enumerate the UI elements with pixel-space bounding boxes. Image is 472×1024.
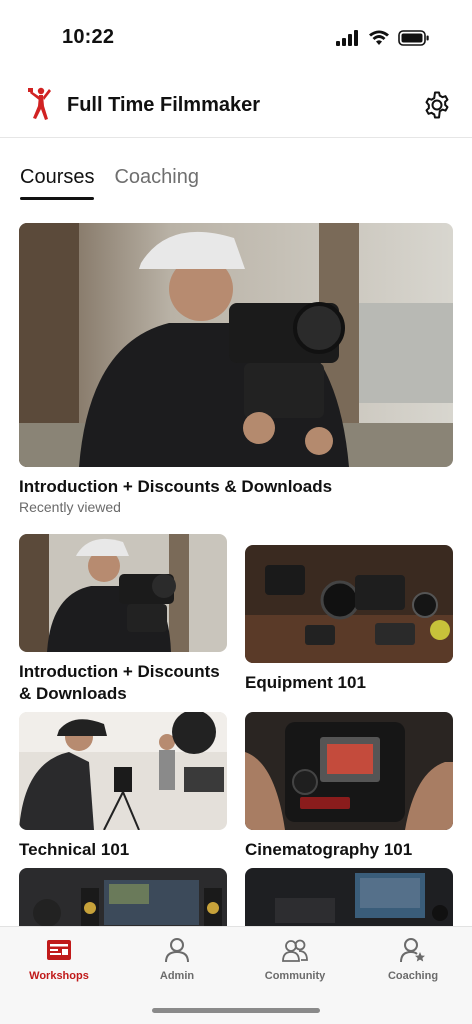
status-bar: 10:22	[0, 0, 472, 72]
course-card-equipment-title[interactable]: Equipment 101	[245, 672, 461, 694]
course-card-cinematography-title[interactable]: Cinematography 101	[245, 839, 461, 861]
hero-thumbnail[interactable]	[19, 223, 453, 467]
nav-item-coaching[interactable]: Coaching	[354, 927, 472, 997]
course-card-introduction-title[interactable]: Introduction + Discounts & Downloads	[19, 661, 235, 705]
nav-item-admin[interactable]: Admin	[118, 927, 236, 997]
workshops-icon	[47, 940, 71, 960]
course-tabs: Courses Coaching	[20, 160, 199, 204]
intro-photo-illustration	[19, 534, 227, 652]
status-icons	[336, 30, 430, 46]
home-indicator[interactable]	[152, 1008, 320, 1013]
course-card-introduction-thumbnail[interactable]	[19, 534, 227, 652]
hero-course-title[interactable]: Introduction + Discounts & Downloads	[19, 477, 332, 497]
status-time: 10:22	[62, 26, 115, 48]
wifi-icon	[369, 30, 389, 45]
battery-icon	[398, 30, 429, 46]
cellular-signal-icon	[336, 30, 358, 46]
person-icon	[165, 938, 189, 963]
editing-photo-illustration	[19, 868, 227, 928]
post-production-photo-illustration	[245, 868, 453, 928]
course-card-editing-thumbnail[interactable]	[19, 868, 227, 928]
technical-photo-illustration	[19, 712, 227, 830]
person-star-icon	[400, 938, 425, 963]
course-card-cinematography-thumbnail[interactable]	[245, 712, 453, 830]
tab-coaching[interactable]: Coaching	[114, 160, 199, 200]
course-card-equipment-thumbnail[interactable]	[245, 545, 453, 663]
nav-item-workshops[interactable]: Workshops	[0, 927, 118, 997]
nav-label-admin: Admin	[159, 970, 195, 982]
hero-photo-illustration	[19, 223, 453, 467]
hero-recently-viewed: Recently viewed	[19, 499, 121, 515]
cinematography-photo-illustration	[245, 712, 453, 830]
nav-label-community: Community	[264, 970, 326, 982]
nav-label-coaching: Coaching	[387, 970, 439, 982]
nav-label-workshops: Workshops	[29, 970, 89, 982]
course-card-technical-title[interactable]: Technical 101	[19, 839, 235, 861]
course-card-post-production-thumbnail[interactable]	[245, 868, 453, 928]
gear-icon[interactable]	[422, 90, 452, 120]
nav-item-community[interactable]: Community	[236, 927, 354, 997]
filmmaker-logo-icon	[28, 87, 51, 120]
group-icon	[282, 939, 308, 962]
tab-courses[interactable]: Courses	[20, 160, 95, 200]
app-title: Full Time Filmmaker	[67, 94, 261, 116]
course-card-technical-thumbnail[interactable]	[19, 712, 227, 830]
app-header: Full Time Filmmaker	[0, 72, 472, 138]
equipment-photo-illustration	[245, 545, 453, 663]
